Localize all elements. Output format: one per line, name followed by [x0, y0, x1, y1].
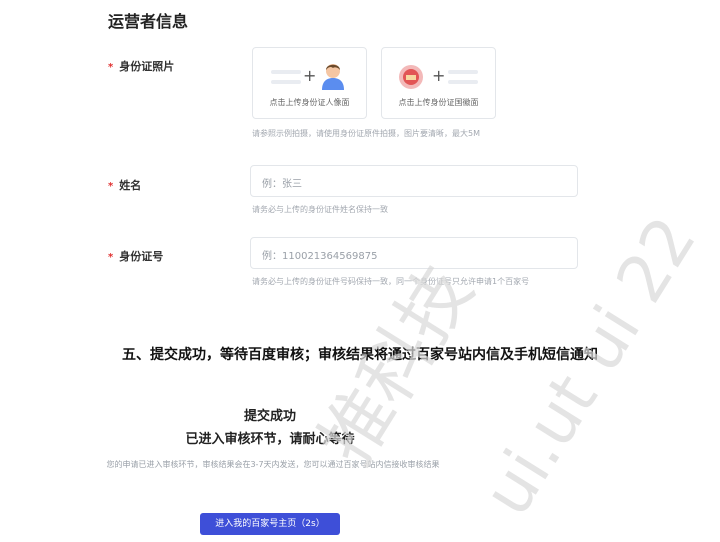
plus-icon: + — [303, 66, 317, 85]
placeholder-line — [271, 80, 301, 84]
name-placeholder: 例：张三 — [262, 179, 302, 190]
placeholder-line — [448, 80, 478, 84]
id-number-hint: 请务必与上传的身份证件号码保持一致，同一个身份证号只允许申请1个百家号 — [252, 277, 530, 286]
upload-emblem-card[interactable]: + 点击上传身份证国徽面 — [381, 47, 496, 119]
id-photo-label: 身份证照片 — [119, 60, 175, 73]
upload-portrait-card[interactable]: + 点击上传身份证人像面 — [252, 47, 367, 119]
required-mark: * — [108, 252, 114, 263]
required-mark: * — [108, 62, 114, 73]
id-number-input[interactable]: 例：110021364569875 — [250, 237, 578, 269]
portrait-caption: 点击上传身份证人像面 — [269, 98, 350, 107]
placeholder-line — [271, 70, 301, 74]
success-title: 提交成功 — [243, 409, 296, 424]
name-label-row: * 姓名 — [108, 177, 141, 193]
name-hint: 请务必与上传的身份证件姓名保持一致 — [252, 205, 388, 214]
id-photo-label-row: * 身份证照片 — [108, 58, 174, 74]
id-number-label: 身份证号 — [119, 250, 164, 263]
id-photo-hint: 请参照示例拍摄，请使用身份证原件拍摄，图片要清晰，最大5M — [252, 129, 480, 138]
placeholder-line — [448, 70, 478, 74]
plus-icon: + — [432, 66, 446, 85]
id-number-label-row: * 身份证号 — [108, 248, 163, 264]
id-number-placeholder: 例：110021364569875 — [262, 251, 378, 262]
success-subtitle: 已进入审核环节，请耐心等待 — [185, 432, 355, 447]
enter-homepage-button[interactable]: 进入我的百家号主页（2s） — [200, 513, 340, 535]
national-emblem-icon — [399, 65, 423, 89]
required-mark: * — [108, 181, 114, 192]
name-label: 姓名 — [119, 179, 142, 192]
result-description: 您的申请已进入审核环节，审核结果会在3-7天内发送，您可以通过百家号站内信接收审… — [106, 460, 440, 469]
emblem-caption: 点击上传身份证国徽面 — [398, 98, 479, 107]
step-heading: 五、提交成功，等待百度审核；审核结果将通过百家号站内信及手机短信通知 — [122, 347, 598, 363]
name-input[interactable]: 例：张三 — [250, 165, 578, 197]
portrait-avatar-icon — [322, 64, 344, 90]
section-title: 运营者信息 — [108, 12, 189, 31]
